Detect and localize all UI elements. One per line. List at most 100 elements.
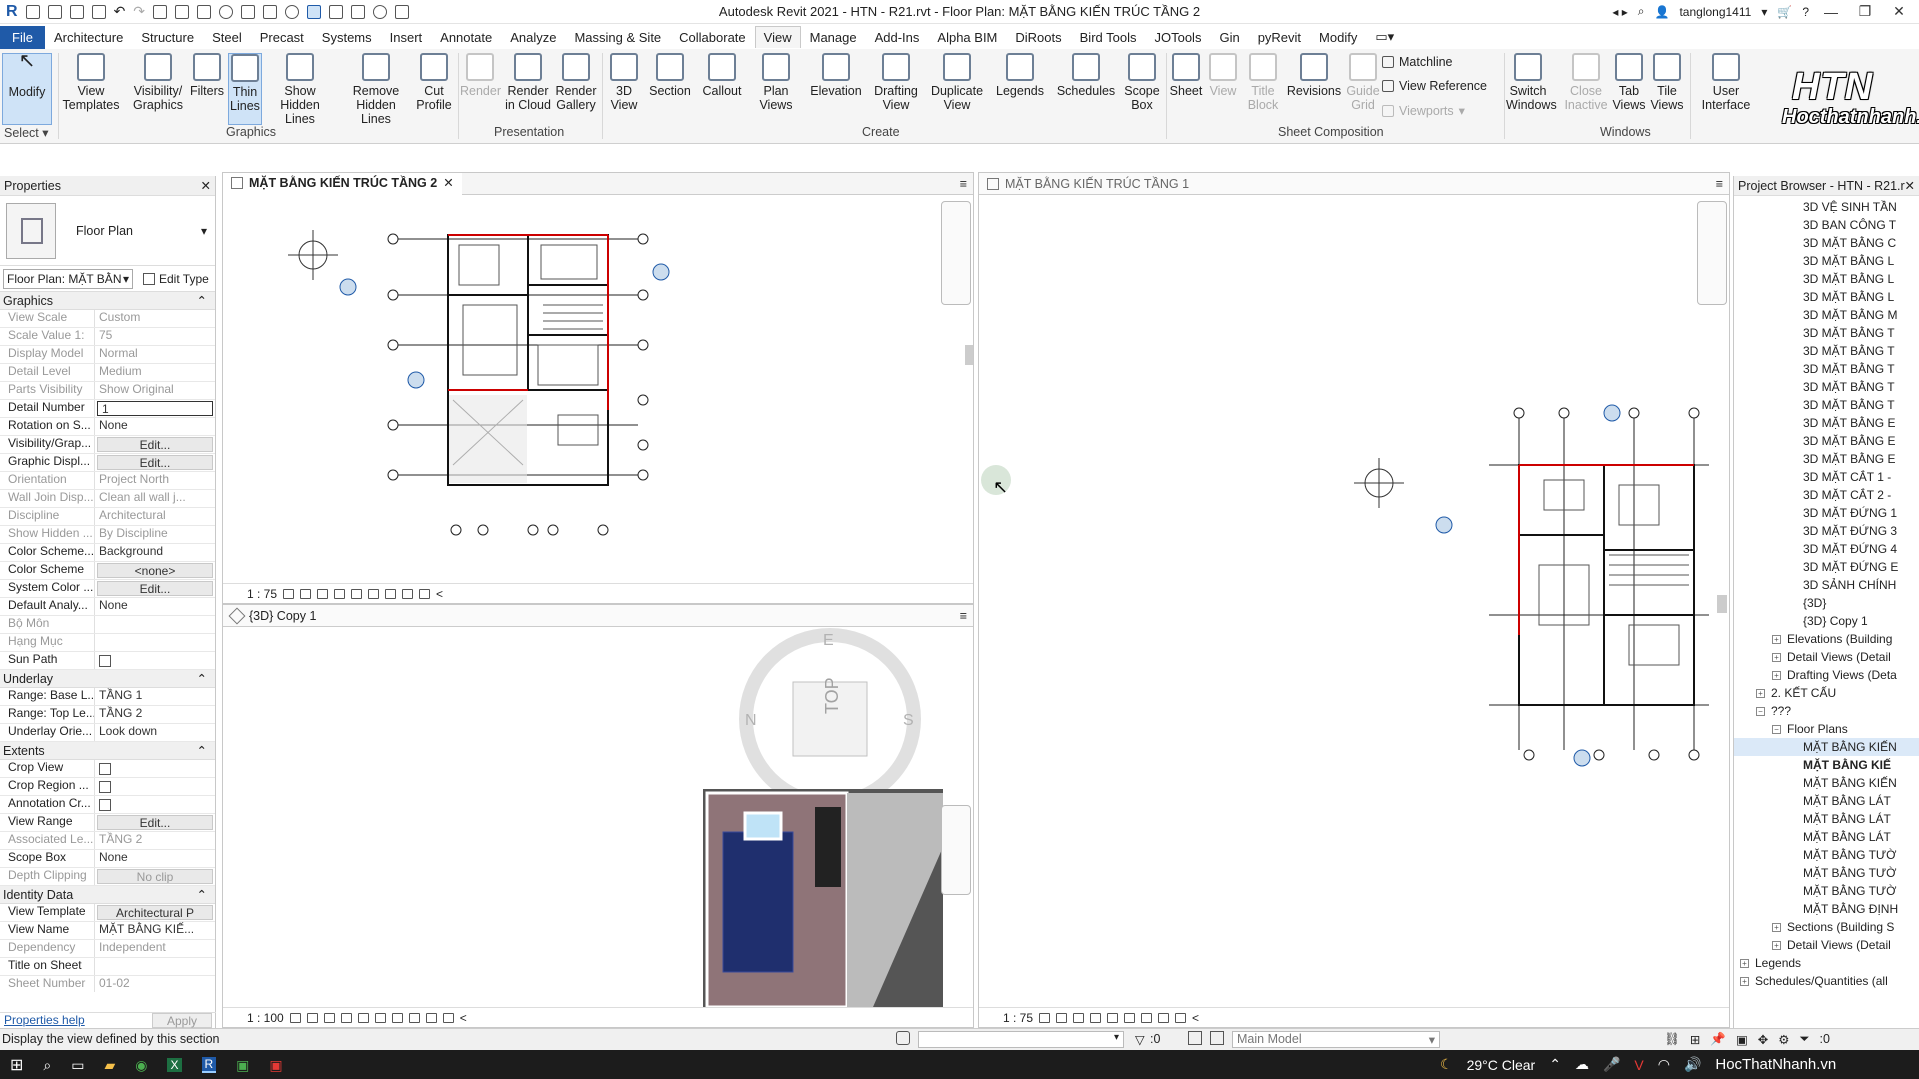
property-value[interactable] (95, 616, 215, 633)
excel-icon[interactable]: X (167, 1058, 182, 1072)
section-button[interactable]: Section (648, 53, 692, 98)
tab-collaborate[interactable]: Collaborate (670, 27, 755, 48)
browser-item[interactable]: 3D MẶT BẰNG E (1734, 432, 1919, 450)
chevron-down-icon[interactable]: ▾ (201, 224, 207, 238)
3d-view-drawing[interactable]: TOP N S E (223, 627, 973, 1007)
select-underlay-icon[interactable]: ⊞ (1690, 1032, 1700, 1047)
property-row[interactable]: Crop View (0, 760, 215, 778)
shadows-icon[interactable] (340, 1012, 352, 1023)
browser-item[interactable]: + Drafting Views (Deta (1734, 666, 1919, 684)
property-row[interactable]: Visibility/Grap... Edit... (0, 436, 215, 454)
browser-item[interactable]: 3D VỆ SINH TẦN (1734, 198, 1919, 216)
3d-view-button[interactable]: 3D View (606, 53, 642, 112)
crop-view-icon[interactable] (351, 588, 363, 599)
tab-file[interactable]: File (0, 25, 45, 49)
property-value[interactable] (95, 634, 215, 651)
property-row[interactable]: Default Analy... None (0, 598, 215, 616)
browser-item[interactable]: 3D MẶT CẮT 1 - (1734, 468, 1919, 486)
instance-selector[interactable]: Floor Plan: MẶT BẰN ▾ (3, 268, 133, 289)
browser-item[interactable]: {3D} (1734, 594, 1919, 612)
tab-analyze[interactable]: Analyze (501, 27, 565, 48)
browser-item[interactable]: −??? (1734, 702, 1919, 720)
property-row[interactable]: Title on Sheet (0, 958, 215, 976)
view-tab-3d-copy[interactable]: {3D} Copy 1 (223, 605, 324, 627)
browser-item[interactable]: MẶT BẰNG TƯỜ (1734, 846, 1919, 864)
expand-icon[interactable]: + (1756, 688, 1765, 698)
property-row[interactable]: Crop Region ... (0, 778, 215, 796)
minimize-button[interactable]: — (1819, 4, 1843, 20)
property-value[interactable]: Medium (95, 364, 215, 381)
reveal-hidden-icon[interactable] (1158, 1012, 1170, 1023)
browser-item[interactable]: 3D MẶT ĐỨNG E (1734, 558, 1919, 576)
plan-views-button[interactable]: Plan Views (754, 53, 798, 112)
browser-item[interactable]: 3D MẶT BẰNG T (1734, 378, 1919, 396)
lock-view-icon[interactable] (408, 1012, 420, 1023)
browser-item[interactable]: MẶT BẰNG LÁT (1734, 792, 1919, 810)
view-menu-icon[interactable]: ≡ (960, 177, 967, 191)
view-tab-floor-plan-1[interactable]: MẶT BẰNG KIẾN TRÚC TẦNG 1 (979, 173, 1197, 195)
browser-item[interactable]: 3D MẶT ĐỨNG 1 (1734, 504, 1919, 522)
analytical-model-icon[interactable] (1175, 1012, 1187, 1023)
browser-item[interactable]: 3D MẶT BẰNG E (1734, 450, 1919, 468)
schedules-button[interactable]: Schedules (1056, 53, 1116, 98)
user-icon[interactable]: 👤 (1655, 5, 1670, 19)
viewports-button[interactable]: Viewports ▾ (1382, 103, 1465, 118)
background-process-icon[interactable]: ⚙ (1778, 1032, 1789, 1047)
property-value[interactable]: Normal (95, 346, 215, 363)
property-row[interactable]: Range: Base L... TẦNG 1 (0, 688, 215, 706)
property-checkbox[interactable] (99, 763, 111, 775)
select-panel-label[interactable]: Select ▾ (4, 125, 49, 140)
analytical-model-icon[interactable] (419, 588, 431, 599)
property-row[interactable]: Orientation Project North (0, 472, 215, 490)
modify-button[interactable]: ↖ Modify (2, 51, 52, 125)
crop-view-icon[interactable] (374, 1012, 386, 1023)
tab-architecture[interactable]: Architecture (45, 27, 132, 48)
temporary-hide-icon[interactable] (385, 588, 397, 599)
detail-level-icon[interactable] (283, 588, 295, 599)
browser-item[interactable]: − Floor Plans (1734, 720, 1919, 738)
view-templates-button[interactable]: View Templates (62, 53, 120, 112)
property-value[interactable]: Project North (95, 472, 215, 489)
user-name[interactable]: tanglong1411 (1679, 5, 1751, 19)
weather-text[interactable]: 29°C Clear (1467, 1057, 1536, 1073)
properties-help-link[interactable]: Properties help (4, 1013, 85, 1028)
property-row[interactable]: Associated Le... TẦNG 2 (0, 832, 215, 850)
property-value[interactable]: 01-02 (95, 976, 215, 992)
close-button[interactable]: ✕ (1887, 3, 1911, 20)
scroll-left-icon[interactable]: < (460, 1011, 467, 1025)
visual-style-icon[interactable] (300, 588, 312, 599)
revit-taskbar-icon[interactable]: R (201, 1057, 217, 1073)
close-tab-icon[interactable]: ✕ (443, 175, 453, 190)
design-options-icon[interactable] (1188, 1031, 1202, 1045)
property-row[interactable]: Detail Number 1 (0, 400, 215, 418)
temporary-hide-icon[interactable] (425, 1012, 437, 1023)
property-row[interactable]: System Color ... Edit... (0, 580, 215, 598)
network-icon[interactable]: ☁ (1575, 1056, 1589, 1073)
property-row[interactable]: View Template Architectural P (0, 904, 215, 922)
show-crop-icon[interactable] (1124, 1012, 1136, 1023)
exclude-options-icon[interactable] (1210, 1031, 1224, 1045)
remove-hidden-lines-button[interactable]: Remove Hidden Lines (340, 53, 412, 126)
property-value[interactable]: Show Original (95, 382, 215, 399)
user-interface-button[interactable]: User Interface (1696, 53, 1756, 112)
navigation-bar[interactable] (941, 201, 971, 305)
view-scale[interactable]: 1 : 100 (247, 1011, 284, 1025)
sun-path-icon[interactable] (317, 588, 329, 599)
browser-item[interactable]: + Sections (Building S (1734, 918, 1919, 936)
browser-item[interactable]: MẶT BẰNG TƯỜ (1734, 882, 1919, 900)
property-row[interactable]: Bộ Môn (0, 616, 215, 634)
property-row[interactable]: Scale Value 1: 75 (0, 328, 215, 346)
volume-icon[interactable]: 🔊 (1684, 1056, 1701, 1073)
show-hidden-lines-button[interactable]: Show Hidden Lines (264, 53, 336, 126)
cut-profile-button[interactable]: Cut Profile (414, 53, 454, 112)
tab-views-button[interactable]: Tab Views (1612, 53, 1646, 112)
tab-precast[interactable]: Precast (251, 27, 313, 48)
browser-item[interactable]: + Schedules/Quantities (all (1734, 972, 1919, 990)
extents-group-header[interactable]: Extents ⌃ (0, 742, 215, 760)
property-value[interactable] (95, 958, 215, 975)
browser-item[interactable]: MẶT BẰNG KIẾN (1734, 774, 1919, 792)
property-value[interactable]: 75 (95, 328, 215, 345)
property-row[interactable]: Color Scheme <none> (0, 562, 215, 580)
thin-lines-button[interactable]: Thin Lines (228, 53, 262, 125)
search-arrow-icon[interactable]: ◂ ▸ (1612, 5, 1627, 19)
